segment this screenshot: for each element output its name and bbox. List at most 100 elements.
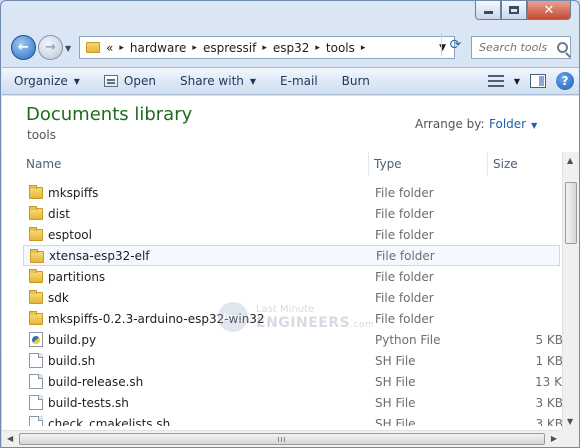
back-button[interactable]: ←	[11, 35, 36, 60]
file-icon	[29, 353, 43, 368]
folder-icon	[29, 311, 43, 325]
file-row[interactable]: dist File folder	[23, 203, 560, 224]
arrow-right-icon: →	[45, 40, 56, 55]
close-icon: ✕	[543, 2, 555, 18]
file-name: build-release.sh	[48, 374, 144, 389]
help-icon[interactable]: ?	[556, 72, 574, 90]
chevron-right-icon[interactable]: ▸	[361, 43, 366, 53]
file-row[interactable]: esptool File folder	[23, 224, 560, 245]
file-row[interactable]: partitions File folder	[23, 266, 560, 287]
file-type: SH File	[375, 353, 416, 368]
file-name: build-tests.sh	[48, 395, 129, 410]
file-row[interactable]: build.py Python File 5 KB	[23, 329, 562, 350]
breadcrumb-tools[interactable]: tools	[326, 41, 355, 55]
search-icon[interactable]	[557, 42, 568, 53]
search-input[interactable]	[479, 41, 557, 54]
file-name: check_cmakelists.sh	[48, 416, 171, 427]
breadcrumb-overflow[interactable]: «	[106, 41, 113, 55]
recent-pages-dropdown[interactable]: ▼	[65, 44, 71, 53]
file-size: 3 KB	[535, 395, 562, 410]
library-header: Documents library tools Arrange by: Fold…	[2, 96, 579, 150]
file-icon	[29, 395, 43, 410]
organize-button[interactable]: Organize ▼	[2, 68, 92, 94]
file-type: File folder	[375, 269, 434, 284]
organize-label: Organize	[14, 74, 68, 88]
breadcrumb-hardware[interactable]: hardware	[130, 41, 187, 55]
refresh-icon: ⟳	[449, 36, 462, 53]
file-row[interactable]: check_cmakelists.sh SH File 3 KB	[23, 413, 562, 427]
folder-icon	[29, 185, 43, 199]
grip-icon	[278, 437, 286, 442]
preview-pane-icon[interactable]	[530, 74, 546, 88]
email-button[interactable]: E-mail	[268, 68, 330, 94]
file-size: 5 KB	[535, 332, 562, 347]
file-type: SH File	[375, 416, 416, 427]
open-label: Open	[123, 74, 156, 88]
chevron-right-icon[interactable]: ▸	[192, 43, 197, 53]
chevron-down-icon: ▼	[531, 121, 538, 130]
email-label: E-mail	[280, 74, 318, 88]
file-size: 3 KB	[535, 416, 562, 427]
scroll-right-icon[interactable]: ▶	[551, 434, 557, 443]
command-bar: Organize ▼ Open Share with ▼ E-mail Burn…	[2, 67, 579, 95]
file-name: build.sh	[48, 353, 96, 368]
vertical-scrollbar[interactable]: ▲ ▼	[562, 152, 579, 430]
chevron-down-icon: ▼	[513, 76, 520, 86]
file-name: mkspiffs	[48, 185, 99, 200]
burn-button[interactable]: Burn	[330, 68, 382, 94]
vertical-scroll-thumb[interactable]	[565, 182, 577, 244]
folder-icon	[29, 227, 43, 241]
file-type: File folder	[375, 311, 434, 326]
navigation-bar: ← → ▼ « ▸ hardware ▸ espressif ▸ esp32 ▸…	[9, 33, 571, 61]
address-bar[interactable]: « ▸ hardware ▸ espressif ▸ esp32 ▸ tools…	[79, 36, 455, 59]
file-name: esptool	[48, 227, 92, 242]
explorer-window: ✕ ← → ▼ « ▸ hardware ▸ espressif ▸ esp32…	[0, 0, 580, 448]
scroll-down-icon[interactable]: ▼	[567, 417, 573, 426]
file-row[interactable]: xtensa-esp32-elf File folder	[23, 245, 560, 266]
column-type[interactable]: Type	[369, 152, 488, 176]
folder-icon	[29, 206, 43, 220]
arrange-by-value: Folder	[489, 117, 527, 131]
maximize-button[interactable]	[501, 1, 527, 20]
minimize-icon	[483, 11, 493, 14]
minimize-button[interactable]	[475, 1, 501, 20]
file-row[interactable]: mkspiffs File folder	[23, 182, 560, 203]
share-with-label: Share with	[179, 74, 244, 88]
file-type: File folder	[375, 185, 434, 200]
chevron-right-icon[interactable]: ▸	[315, 43, 320, 53]
file-type: File folder	[375, 227, 434, 242]
scroll-left-icon[interactable]: ◀	[7, 434, 13, 443]
column-name[interactable]: Name	[21, 152, 369, 176]
folder-icon	[29, 290, 43, 304]
file-icon	[29, 416, 43, 426]
caption-buttons: ✕	[475, 1, 571, 20]
column-size[interactable]: Size	[488, 152, 562, 176]
file-name: build.py	[48, 332, 97, 347]
share-with-button[interactable]: Share with ▼	[168, 68, 268, 94]
scroll-up-icon[interactable]: ▲	[567, 156, 573, 165]
file-size: 13 KB	[535, 374, 562, 389]
breadcrumb-esp32[interactable]: esp32	[273, 41, 310, 55]
chevron-right-icon: ▸	[119, 42, 124, 53]
breadcrumb-espressif[interactable]: espressif	[203, 41, 256, 55]
file-type: File folder	[375, 290, 434, 305]
search-box[interactable]	[471, 36, 571, 59]
forward-button[interactable]: →	[38, 35, 63, 60]
horizontal-scrollbar[interactable]: ◀ ▶	[2, 430, 562, 447]
maximize-icon	[509, 6, 519, 14]
horizontal-scroll-thumb[interactable]	[19, 433, 545, 445]
file-type: Python File	[375, 332, 441, 347]
views-icon	[487, 75, 504, 87]
arrange-by-dropdown[interactable]: Folder ▼	[489, 117, 537, 131]
file-row[interactable]: build-tests.sh SH File 3 KB	[23, 392, 562, 413]
close-button[interactable]: ✕	[527, 1, 571, 20]
change-view-button[interactable]: ▼	[487, 75, 520, 87]
open-button[interactable]: Open	[92, 68, 168, 94]
chevron-right-icon[interactable]: ▸	[262, 43, 267, 53]
file-row[interactable]: build.sh SH File 1 KB	[23, 350, 562, 371]
file-type: File folder	[376, 248, 435, 263]
folder-icon	[30, 249, 44, 263]
toolbar-right: ▼ ?	[487, 72, 579, 90]
file-row[interactable]: build-release.sh SH File 13 KB	[23, 371, 562, 392]
refresh-button[interactable]: ⟳	[441, 33, 469, 56]
